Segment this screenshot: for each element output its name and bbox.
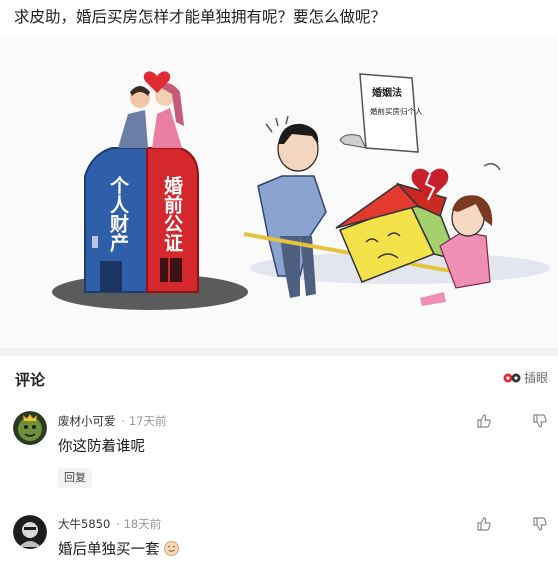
red-building-graphic: 婚前公证 bbox=[146, 147, 199, 293]
document-title: 婚姻法 bbox=[372, 86, 402, 99]
comments-header: 评论 插眼 bbox=[0, 356, 558, 400]
comment-time: · 17天前 bbox=[121, 414, 167, 428]
document-subtitle: 婚前买房归个人 bbox=[370, 106, 423, 116]
comment-meta: 大牛5850 · 18天前 bbox=[58, 516, 161, 532]
comment-text: 婚后单独买一套 bbox=[58, 538, 180, 560]
eye-toggle-button[interactable]: 插眼 bbox=[503, 369, 548, 386]
left-building-label: 个人财产 bbox=[107, 176, 130, 253]
comment-text: 你这防着谁呢 bbox=[58, 439, 145, 455]
smile-emoji-icon bbox=[164, 541, 180, 560]
dislike-icon[interactable] bbox=[532, 413, 548, 429]
comments-title: 评论 bbox=[15, 371, 46, 389]
document-graphic: 婚姻法 婚前买房归个人 bbox=[339, 73, 423, 153]
username[interactable]: 废材小可爱 bbox=[58, 413, 116, 429]
username[interactable]: 大牛5850 bbox=[58, 516, 110, 532]
comment-time: · 18天前 bbox=[116, 517, 162, 531]
right-building-label: 婚前公证 bbox=[161, 175, 183, 252]
avatar[interactable] bbox=[13, 515, 47, 549]
like-icon[interactable] bbox=[476, 516, 492, 532]
post-title: 求皮助，婚后买房怎样才能单独拥有呢？要怎么做呢？ bbox=[14, 8, 387, 26]
reply-button[interactable]: 回复 bbox=[58, 468, 92, 488]
avatar[interactable] bbox=[13, 411, 47, 445]
comment-meta: 废材小可爱 · 17天前 bbox=[58, 413, 166, 429]
dislike-icon[interactable] bbox=[532, 516, 548, 532]
eye-icon bbox=[503, 371, 521, 385]
blue-building-graphic: 个人财产 bbox=[84, 147, 148, 293]
like-icon[interactable] bbox=[476, 413, 492, 429]
post-illustration: 个人财产 婚前公证 婚姻法 婚前买房归个人 bbox=[0, 36, 558, 348]
section-divider bbox=[0, 348, 558, 356]
couple-graphic bbox=[118, 83, 184, 148]
comment-item: 废材小可爱 · 17天前 你这防着谁呢 回复 bbox=[0, 405, 558, 505]
eye-toggle-label: 插眼 bbox=[523, 371, 548, 385]
comment-item: 大牛5850 · 18天前 婚后单独买一套 bbox=[0, 508, 558, 565]
